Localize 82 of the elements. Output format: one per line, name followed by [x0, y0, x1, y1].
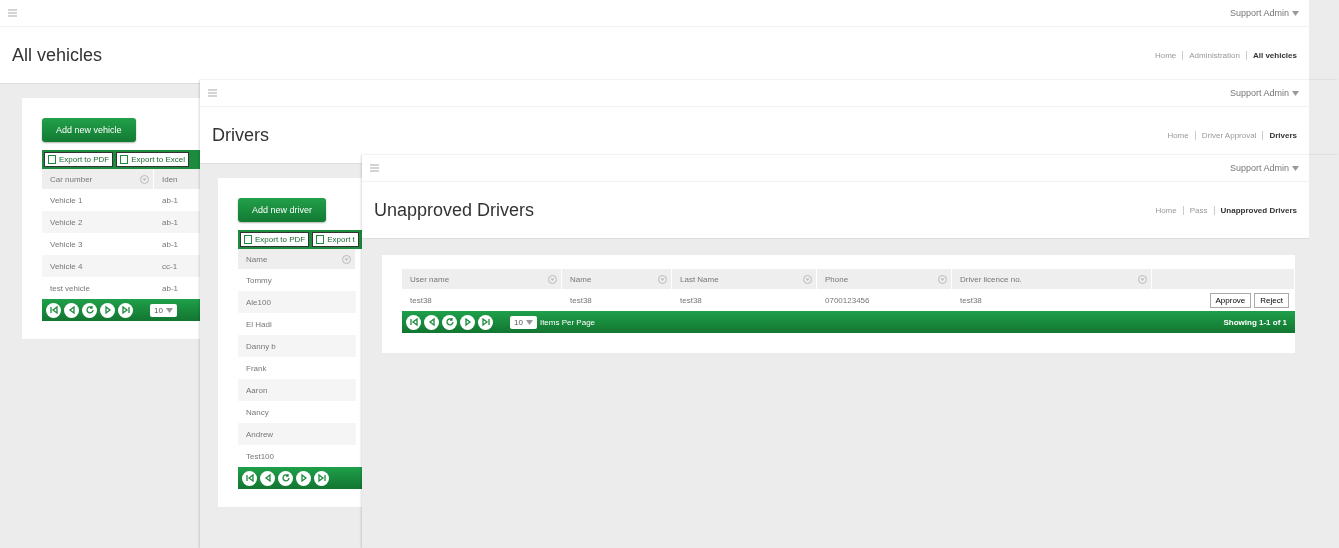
table-cell-text: Frank: [245, 362, 268, 375]
column-header[interactable]: Last Name: [672, 269, 817, 289]
table-cell: Danny b: [238, 335, 356, 357]
page-title: Unapproved Drivers: [374, 199, 535, 221]
table-cell: cc-1: [154, 255, 202, 277]
next-page-icon[interactable]: [100, 302, 115, 318]
table-cell-text: ab-1: [161, 282, 179, 295]
table-cell: Andrew: [238, 423, 356, 445]
export-button[interactable]: Export to PDF: [240, 232, 310, 247]
caret-icon: [525, 319, 533, 325]
breadcrumb-link[interactable]: Unapproved Drivers: [1220, 205, 1297, 215]
previous-page-icon[interactable]: [424, 314, 439, 330]
first-page-icon[interactable]: [242, 470, 257, 486]
table-cell-text: ab-1: [161, 238, 179, 251]
first-page-icon[interactable]: [406, 314, 421, 330]
table-cell: Vehicle 2: [42, 211, 154, 233]
table-cell-text: ab-1: [161, 194, 179, 207]
table-cell-text: test38: [409, 294, 433, 307]
table-cell-text: test38: [569, 294, 593, 307]
breadcrumb-link[interactable]: Driver Approval: [1201, 130, 1257, 140]
refresh-icon[interactable]: [442, 314, 457, 330]
previous-page-icon[interactable]: [64, 302, 79, 318]
table-cell-text: test38: [679, 294, 703, 307]
action-button[interactable]: Approve: [1209, 292, 1252, 308]
next-page-icon[interactable]: [460, 314, 475, 330]
breadcrumb-link[interactable]: Home: [1167, 130, 1189, 140]
document-icon: [316, 235, 325, 244]
table-cell-text: test vehicle: [49, 282, 92, 295]
table-cell: Aaron: [238, 379, 356, 401]
refresh-icon[interactable]: [82, 302, 97, 318]
table-cell-text: Nancy: [245, 406, 270, 419]
last-page-icon[interactable]: [314, 470, 329, 486]
add-button[interactable]: Add new driver: [238, 198, 327, 222]
table-cell-text: test38: [959, 294, 983, 307]
caret-icon: [1292, 10, 1299, 16]
document-icon: [120, 155, 129, 164]
page-size-select[interactable]: 10: [510, 315, 537, 329]
next-page-icon[interactable]: [296, 470, 311, 486]
table-cell-text: Vehicle 1: [49, 194, 84, 207]
column-header[interactable]: User name: [402, 269, 562, 289]
action-button[interactable]: Reject: [1254, 292, 1289, 308]
table-cell-text: El Hadi: [245, 318, 273, 331]
add-button[interactable]: Add new vehicle: [42, 118, 136, 142]
export-button[interactable]: Export t: [312, 232, 359, 247]
table-cell-text: Vehicle 3: [49, 238, 84, 251]
previous-page-icon[interactable]: [260, 470, 275, 486]
breadcrumb-link[interactable]: All vehicles: [1252, 50, 1297, 60]
items-per-page-label: Items Per Page: [539, 317, 596, 327]
caret-icon: [1292, 90, 1299, 96]
document-icon: [244, 235, 252, 244]
table-cell: Ale100: [238, 291, 356, 313]
breadcrumb-link[interactable]: Administration: [1189, 50, 1240, 60]
last-page-icon[interactable]: [118, 302, 133, 318]
table-cell-text: Tommy: [245, 274, 273, 287]
table-cell-text: Test100: [245, 450, 276, 463]
table-cell: Vehicle 4: [42, 255, 154, 277]
export-button[interactable]: Export to PDF: [44, 152, 114, 167]
table-cell-text: 0700123456: [824, 294, 871, 307]
breadcrumb-link[interactable]: Drivers: [1269, 130, 1297, 140]
column-header[interactable]: Name: [238, 249, 356, 269]
breadcrumb-link[interactable]: Home: [1155, 205, 1177, 215]
caret-icon: [165, 307, 173, 313]
refresh-icon[interactable]: [278, 470, 293, 486]
export-button[interactable]: Export to Excel: [116, 152, 190, 167]
document-icon: [48, 155, 56, 164]
column-header[interactable]: Iden: [154, 169, 202, 189]
column-header[interactable]: Driver licence no.: [952, 269, 1152, 289]
breadcrumb-link[interactable]: Pass: [1189, 205, 1208, 215]
user-menu[interactable]: Support Admin: [1229, 8, 1289, 18]
column-header[interactable]: Phone: [817, 269, 952, 289]
column-header[interactable]: Car number: [42, 169, 154, 189]
last-page-icon[interactable]: [478, 314, 493, 330]
page-title: All vehicles: [12, 44, 103, 66]
first-page-icon[interactable]: [46, 302, 61, 318]
table-cell: ab-1: [154, 211, 202, 233]
page-summary: Showing 1-1 of 1: [1223, 317, 1288, 327]
column-header[interactable]: Name: [562, 269, 672, 289]
user-menu[interactable]: Support Admin: [1229, 163, 1289, 173]
page-size-select[interactable]: 10: [150, 303, 177, 317]
breadcrumb-link[interactable]: Home: [1154, 50, 1177, 60]
page-title: Drivers: [212, 124, 269, 146]
user-menu[interactable]: Support Admin: [1229, 88, 1289, 98]
